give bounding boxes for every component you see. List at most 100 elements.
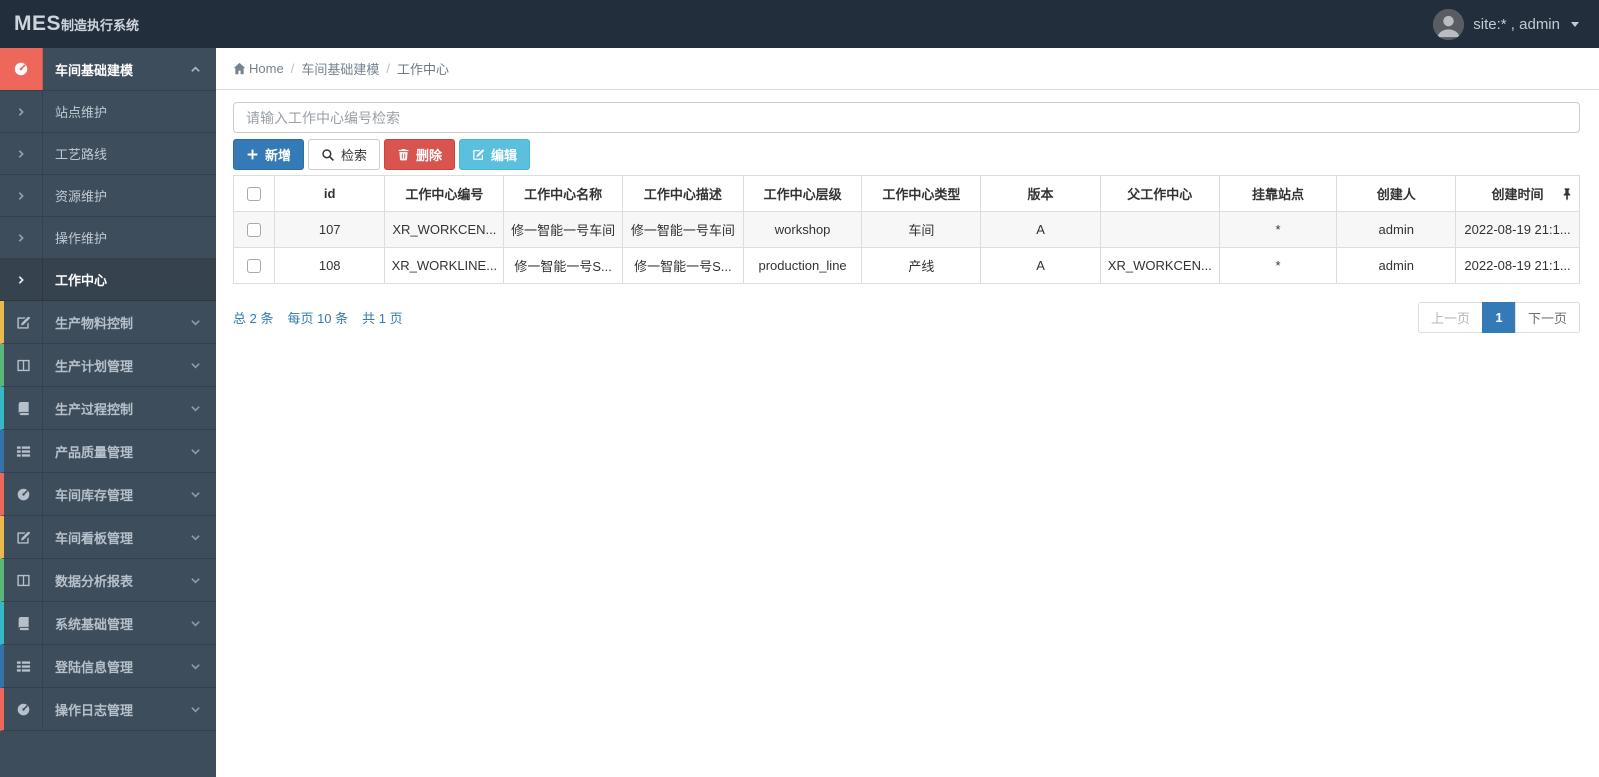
sidebar-item-label: 资源维护 [55, 189, 108, 204]
chevron-right-icon [0, 175, 43, 216]
mes-app-window: MES 制造执行系统 site:* , admin 车间基础建模 站点维护 工艺… [0, 0, 1599, 777]
edit-icon [4, 516, 43, 558]
columns-icon [4, 559, 43, 601]
user-label: site:* , admin [1473, 15, 1560, 33]
home-icon [233, 62, 246, 75]
top-navbar: MES 制造执行系统 site:* , admin [0, 0, 1599, 48]
sidebar-item-kanban-management[interactable]: 车间看板管理 [0, 516, 216, 559]
list-icon [4, 645, 43, 687]
sidebar-item-system-management[interactable]: 系统基础管理 [0, 602, 216, 645]
sidebar-item-label: 站点维护 [55, 105, 108, 120]
sidebar-item-label: 车间看板管理 [55, 530, 134, 546]
columns-icon [4, 344, 43, 386]
search-input[interactable] [233, 102, 1580, 133]
sidebar-item-label: 车间基础建模 [55, 62, 134, 78]
cell-station: * [1218, 211, 1338, 248]
column-header-name: 工作中心名称 [503, 175, 623, 212]
sidebar-item-label: 操作维护 [55, 231, 108, 246]
chevron-down-icon [190, 317, 201, 328]
table-row: 107 XR_WORKCEN... 修一智能一号车间 修一智能一号车间 work… [233, 211, 1580, 248]
brand-name: MES [14, 12, 62, 35]
cell-created: 2022-08-19 21:1... [1455, 247, 1580, 284]
pagination-summary: 总 2 条 每页 10 条 共 1 页 [233, 308, 403, 327]
table-row: 108 XR_WORKLINE... 修一智能一号S... 修一智能一号S...… [233, 247, 1580, 284]
cell-parent [1099, 211, 1220, 248]
chevron-right-icon [0, 259, 43, 300]
column-header-code: 工作中心编号 [384, 175, 505, 212]
column-header-version: 版本 [980, 175, 1101, 212]
delete-button[interactable]: 删除 [384, 139, 456, 170]
sidebar-item-production-planning[interactable]: 生产计划管理 [0, 344, 216, 387]
chevron-down-icon [190, 661, 201, 672]
dashboard-icon [4, 688, 43, 730]
user-menu[interactable]: site:* , admin [1433, 8, 1579, 40]
sidebar-item-label: 产品质量管理 [55, 444, 134, 460]
sidebar-item-label: 生产物料控制 [55, 315, 134, 331]
cell-parent: XR_WORKCEN... [1099, 247, 1220, 284]
summary-per-page: 每页 10 条 [287, 311, 349, 326]
sidebar-item-data-analysis[interactable]: 数据分析报表 [0, 559, 216, 602]
toolbar: 新增 检索 删除 编辑 [233, 139, 1580, 170]
chevron-down-icon [190, 446, 201, 457]
sidebar-item-label: 系统基础管理 [55, 616, 134, 632]
cell-station: * [1218, 247, 1338, 284]
breadcrumb-home[interactable]: Home [233, 61, 284, 76]
cell-select [233, 247, 275, 284]
row-checkbox[interactable] [246, 259, 261, 274]
sidebar-item-label: 车间库存管理 [55, 487, 134, 503]
sidebar-item-resource-maintenance[interactable]: 资源维护 [0, 175, 216, 217]
chevron-down-icon [190, 704, 201, 715]
brand-subtitle: 制造执行系统 [61, 18, 140, 33]
column-header-desc: 工作中心描述 [621, 175, 744, 212]
next-page-button[interactable]: 下一页 [1514, 302, 1580, 333]
cell-name: 修一智能一号车间 [503, 211, 623, 248]
add-button[interactable]: 新增 [233, 139, 305, 170]
edit-button[interactable]: 编辑 [459, 139, 531, 170]
search-button[interactable]: 检索 [308, 139, 381, 170]
column-header-level: 工作中心层级 [742, 175, 863, 212]
cell-desc: 修一智能一号S... [621, 247, 744, 284]
cell-name: 修一智能一号S... [503, 247, 623, 284]
chevron-right-icon [0, 217, 43, 258]
edit-icon [4, 301, 43, 343]
sidebar-item-process-route[interactable]: 工艺路线 [0, 133, 216, 175]
sidebar-item-material-control[interactable]: 生产物料控制 [0, 301, 216, 344]
sidebar-item-site-maintenance[interactable]: 站点维护 [0, 91, 216, 133]
avatar [1433, 8, 1465, 40]
cell-select [233, 211, 275, 248]
dashboard-icon [0, 48, 43, 90]
breadcrumb-section[interactable]: 车间基础建模 [301, 59, 379, 78]
cell-creator: admin [1336, 247, 1457, 284]
main-content: Home / 车间基础建模 / 工作中心 新增 [216, 48, 1599, 777]
column-header-created: 创建时间 [1455, 175, 1580, 212]
sidebar-item-work-center[interactable]: 工作中心 [0, 259, 216, 301]
app-logo: MES 制造执行系统 [0, 12, 139, 36]
pin-icon[interactable] [1562, 187, 1572, 200]
sidebar-item-label: 生产计划管理 [55, 358, 134, 374]
sidebar-item-operation-maintenance[interactable]: 操作维护 [0, 217, 216, 259]
pagination-bar: 总 2 条 每页 10 条 共 1 页 上一页 1 下一页 [233, 302, 1580, 333]
select-all-checkbox[interactable] [246, 187, 261, 202]
header-select-all [233, 175, 275, 212]
sidebar-item-inventory-management[interactable]: 车间库存管理 [0, 473, 216, 516]
trash-icon [398, 148, 409, 161]
column-header-type: 工作中心类型 [861, 175, 982, 212]
edit-icon [473, 149, 485, 160]
sidebar-item-login-info[interactable]: 登陆信息管理 [0, 645, 216, 688]
page-1-button[interactable]: 1 [1481, 302, 1516, 333]
cell-code: XR_WORKCEN... [384, 211, 505, 248]
sidebar-item-operation-log[interactable]: 操作日志管理 [0, 688, 216, 731]
sidebar-item-label: 工艺路线 [55, 147, 108, 162]
cell-id: 107 [273, 211, 386, 248]
sidebar-item-quality-management[interactable]: 产品质量管理 [0, 430, 216, 473]
sidebar-item-label: 生产过程控制 [55, 401, 134, 417]
row-checkbox[interactable] [246, 223, 261, 238]
prev-page-button[interactable]: 上一页 [1417, 302, 1483, 333]
sidebar-item-workshop-modeling[interactable]: 车间基础建模 [0, 48, 216, 91]
pager: 上一页 1 下一页 [1417, 302, 1580, 333]
plus-icon [247, 149, 258, 160]
cell-type: 车间 [861, 211, 982, 248]
sidebar-item-process-control[interactable]: 生产过程控制 [0, 387, 216, 430]
cell-version: A [980, 211, 1101, 248]
cell-level: workshop [742, 211, 863, 248]
